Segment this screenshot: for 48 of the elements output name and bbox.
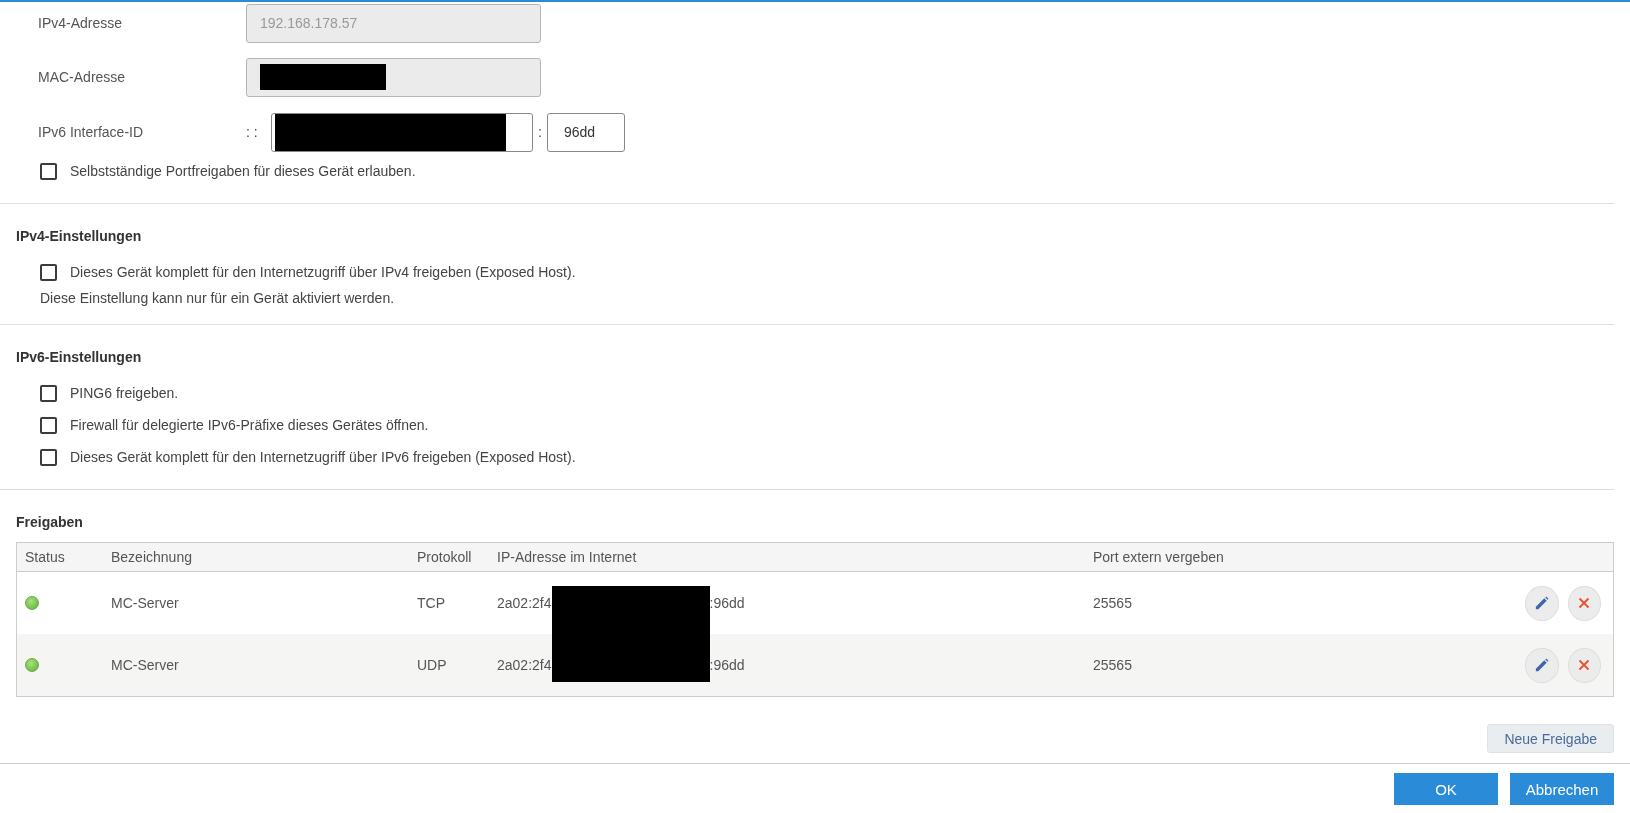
checkbox-label: Dieses Gerät komplett für den Internetzugriff über IPv4 freigeben (Exposed Host). [70, 264, 576, 280]
checkbox[interactable] [40, 384, 57, 402]
dialog-button[interactable]: OK [1394, 773, 1498, 805]
field-label: IPv4-Adresse [38, 15, 124, 31]
hint-text: Diese Einstellung kann nur für ein Gerät aktiviert werden. [39, 289, 396, 308]
section-title: IPv4-Einstellungen [16, 227, 143, 246]
pencil-icon [1534, 595, 1550, 611]
table-cell: 2a02:2f4 [497, 595, 552, 611]
delete-button[interactable] [1567, 585, 1601, 621]
colon-separator: : : [246, 124, 259, 140]
new-share-button[interactable]: Neue Freigabe [1487, 724, 1614, 753]
checkbox[interactable] [40, 416, 57, 434]
column-header: Port extern vergeben [1092, 549, 1225, 565]
edit-button[interactable] [1525, 585, 1559, 621]
column-header: IP-Adresse im Internet [496, 549, 638, 565]
checkbox-label: PING6 freigeben. [70, 385, 179, 401]
table-cell: :96dd [709, 657, 745, 673]
readonly-field: 192.168.178.57 [246, 3, 541, 43]
table-cell-text: 25565 [1092, 657, 1133, 673]
field-label: MAC-Adresse [38, 69, 127, 85]
input-field[interactable] [271, 112, 533, 152]
checkbox[interactable] [40, 448, 57, 466]
pencil-icon [1534, 657, 1550, 673]
checkbox-label: Selbstständige Portfreigaben für dieses Gerät erlauben. [70, 163, 416, 179]
column-header: Status [24, 549, 66, 565]
table-cell-text: MC-Server [110, 595, 180, 611]
edit-button[interactable] [1525, 647, 1559, 683]
table-cell: 2a02:2f4 [497, 657, 552, 673]
close-icon [1578, 597, 1591, 609]
table-cell-text: MC-Server [110, 657, 180, 673]
table-cell-text: TCP [416, 595, 446, 611]
checkbox[interactable] [40, 263, 57, 281]
field-label: IPv6 Interface-ID [38, 124, 145, 140]
colon-separator: : [537, 124, 543, 140]
checkbox-label: Dieses Gerät komplett für den Internetzugriff über IPv6 freigeben (Exposed Host). [70, 449, 576, 465]
checkbox-label: Firewall für delegierte IPv6-Präfixe dieses Gerätes öffnen. [70, 417, 429, 433]
column-header: Protokoll [416, 549, 473, 565]
dialog-button[interactable]: Abbrechen [1510, 773, 1614, 805]
input-field[interactable]: 96dd [547, 112, 625, 152]
delete-button[interactable] [1567, 647, 1601, 683]
table-cell-text: 25565 [1092, 595, 1133, 611]
table-cell: :96dd [709, 595, 745, 611]
section-title: Freigaben [16, 513, 84, 532]
column-header: Bezeichnung [110, 549, 193, 565]
checkbox[interactable] [40, 162, 57, 180]
table-cell-text: UDP [416, 657, 448, 673]
close-icon [1578, 659, 1591, 671]
section-title: IPv6-Einstellungen [16, 348, 143, 367]
